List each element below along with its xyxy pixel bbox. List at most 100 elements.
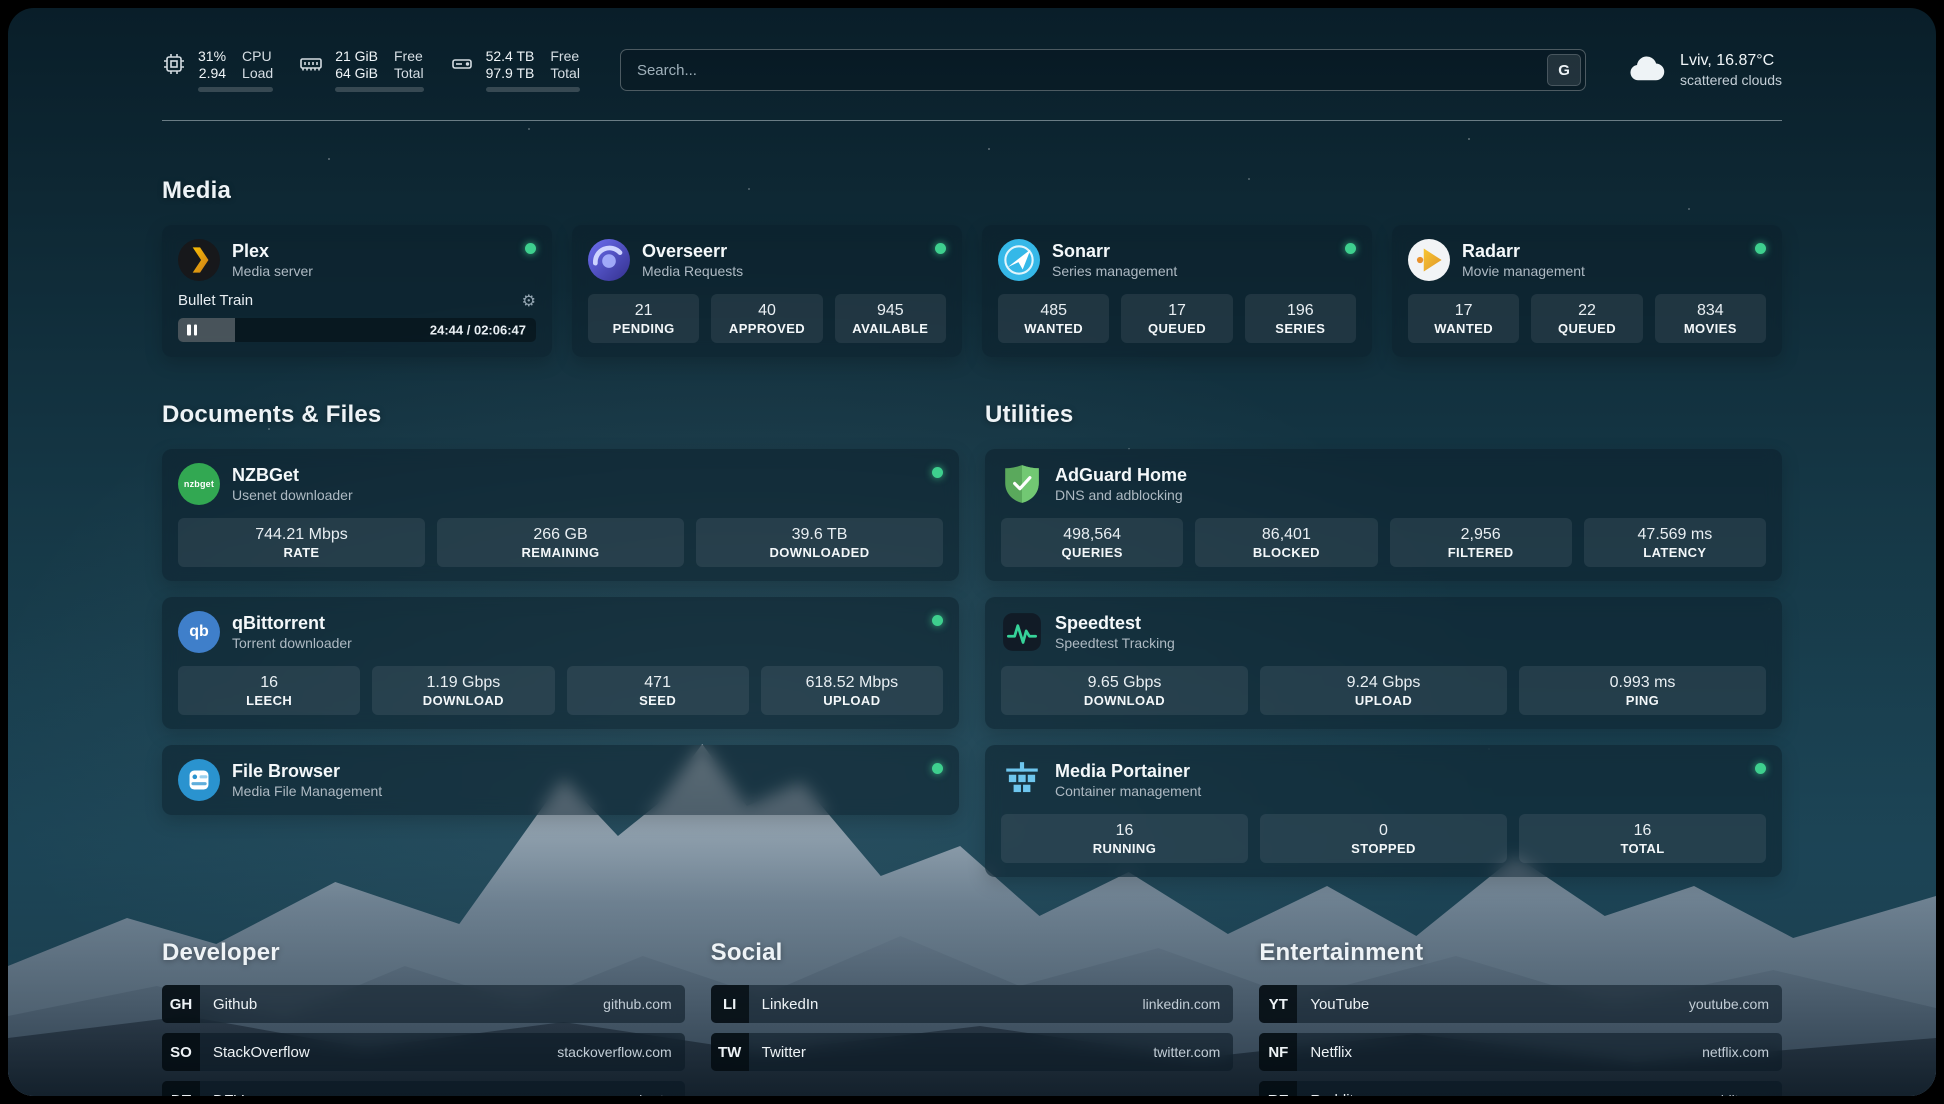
cpu-load-value: 2.94 — [198, 65, 226, 81]
stat-approved: 40 APPROVED — [711, 294, 822, 343]
stat-label: DOWNLOADED — [700, 545, 939, 560]
stat-series: 196 SERIES — [1245, 294, 1356, 343]
stat-ping: 0.993 ms PING — [1519, 666, 1766, 715]
service-card-portainer[interactable]: Media Portainer Container management 16 … — [985, 745, 1782, 877]
service-subtitle: Media File Management — [232, 783, 920, 801]
bookmark-name: Netflix — [1297, 1044, 1702, 1061]
stat-label: LEECH — [182, 693, 356, 708]
status-online-dot — [1345, 243, 1356, 254]
bookmark-netflix[interactable]: NF Netflix netflix.com — [1259, 1033, 1782, 1071]
section-title-documents: Documents & Files — [162, 401, 959, 429]
bookmark-url: reddit.com — [1704, 1092, 1782, 1096]
stat-queued: 17 QUEUED — [1121, 294, 1232, 343]
service-name: Speedtest — [1055, 612, 1766, 635]
bookmark-url: youtube.com — [1689, 996, 1782, 1012]
disk-total-label: Total — [550, 65, 580, 81]
disk-free: 52.4 TB — [486, 48, 535, 64]
service-subtitle: Speedtest Tracking — [1055, 635, 1766, 653]
stat-label: AVAILABLE — [839, 321, 942, 336]
stat-value: 40 — [715, 302, 818, 320]
stat-value: 47.569 ms — [1588, 526, 1762, 544]
service-name: NZBGet — [232, 464, 920, 487]
service-subtitle: Movie management — [1462, 263, 1743, 281]
bookmark-group-entertainment: Entertainment YT YouTube youtube.com NF … — [1259, 939, 1782, 1096]
cpu-label: CPU — [242, 48, 273, 64]
stat-value: 834 — [1659, 302, 1762, 320]
stat-label: BLOCKED — [1199, 545, 1373, 560]
bookmark-url: linkedin.com — [1143, 996, 1234, 1012]
search-engine-button[interactable]: G — [1547, 54, 1581, 86]
section-title-utilities: Utilities — [985, 401, 1782, 429]
disk-total: 97.9 TB — [486, 65, 535, 81]
bookmark-stackoverflow[interactable]: SO StackOverflow stackoverflow.com — [162, 1033, 685, 1071]
stat-value: 1.19 Gbps — [376, 674, 550, 692]
gear-icon[interactable]: ⚙ — [522, 291, 536, 310]
service-card-qbittorrent[interactable]: qb qBittorrent Torrent downloader 16 — [162, 597, 959, 729]
stat-rate: 744.21 Mbps RATE — [178, 518, 425, 567]
stat-remaining: 266 GB REMAINING — [437, 518, 684, 567]
disk-stats: 52.4 TB Free 97.9 TB Total — [486, 48, 580, 92]
disk-bar — [486, 87, 580, 92]
stat-download: 9.65 Gbps DOWNLOAD — [1001, 666, 1248, 715]
weather-location: Lviv, 16.87°C — [1680, 51, 1782, 72]
service-card-radarr[interactable]: Radarr Movie management 17 WANTED 22 QUE… — [1392, 225, 1782, 357]
stat-value: 9.24 Gbps — [1264, 674, 1503, 692]
service-card-sonarr[interactable]: Sonarr Series management 485 WANTED 17 Q… — [982, 225, 1372, 357]
memory-widget: 21 GiB Free 64 GiB Total — [299, 48, 423, 92]
status-online-dot — [935, 243, 946, 254]
stat-upload: 618.52 Mbps UPLOAD — [761, 666, 943, 715]
status-online-dot — [1755, 763, 1766, 774]
stat-label: PING — [1523, 693, 1762, 708]
stat-label: APPROVED — [715, 321, 818, 336]
service-card-speedtest[interactable]: Speedtest Speedtest Tracking 9.65 Gbps D… — [985, 597, 1782, 729]
bookmark-url: github.com — [603, 996, 684, 1012]
radarr-icon — [1408, 239, 1450, 281]
stat-value: 744.21 Mbps — [182, 526, 421, 544]
bookmark-twitter[interactable]: TW Twitter twitter.com — [711, 1033, 1234, 1071]
service-name: Sonarr — [1052, 240, 1333, 263]
service-card-overseerr[interactable]: Overseerr Media Requests 21 PENDING 40 A… — [572, 225, 962, 357]
stat-value: 17 — [1412, 302, 1515, 320]
memory-bar — [335, 87, 423, 92]
stat-value: 0 — [1264, 822, 1503, 840]
bookmark-abbr: GH — [162, 985, 200, 1023]
stat-value: 16 — [1005, 822, 1244, 840]
bookmark-linkedin[interactable]: LI LinkedIn linkedin.com — [711, 985, 1234, 1023]
adguard-icon — [1001, 463, 1043, 505]
bookmark-github[interactable]: GH Github github.com — [162, 985, 685, 1023]
bookmark-name: Twitter — [749, 1044, 1154, 1061]
service-card-plex[interactable]: Plex Media server Bullet Train ⚙ 24:44 /… — [162, 225, 552, 357]
stat-value: 498,564 — [1005, 526, 1179, 544]
bookmark-url: stackoverflow.com — [557, 1044, 684, 1060]
stat-label: RUNNING — [1005, 841, 1244, 856]
bookmark-youtube[interactable]: YT YouTube youtube.com — [1259, 985, 1782, 1023]
service-card-nzbget[interactable]: nzbget NZBGet Usenet downloader 744.21 M… — [162, 449, 959, 581]
stat-label: WANTED — [1412, 321, 1515, 336]
playback-progress-bar[interactable]: 24:44 / 02:06:47 — [178, 318, 536, 342]
bookmark-reddit[interactable]: RE Reddit reddit.com — [1259, 1081, 1782, 1096]
service-subtitle: Torrent downloader — [232, 635, 920, 653]
service-name: qBittorrent — [232, 612, 920, 635]
bookmark-abbr: NF — [1259, 1033, 1297, 1071]
status-online-dot — [932, 467, 943, 478]
service-card-adguard[interactable]: AdGuard Home DNS and adblocking 498,564 … — [985, 449, 1782, 581]
stat-value: 17 — [1125, 302, 1228, 320]
weather-condition: scattered clouds — [1680, 71, 1782, 89]
stat-label: REMAINING — [441, 545, 680, 560]
service-name: Radarr — [1462, 240, 1743, 263]
starfield — [8, 8, 10, 10]
stat-download: 1.19 Gbps DOWNLOAD — [372, 666, 554, 715]
playback-time: 24:44 / 02:06:47 — [430, 323, 526, 338]
stat-value: 21 — [592, 302, 695, 320]
stat-value: 196 — [1249, 302, 1352, 320]
now-playing-title: Bullet Train — [178, 292, 253, 309]
portainer-icon — [1001, 759, 1043, 801]
bookmark-url: dev.to — [635, 1092, 685, 1096]
bookmark-dev[interactable]: DT DEV dev.to — [162, 1081, 685, 1096]
stat-label: MOVIES — [1659, 321, 1762, 336]
search-bar: G — [620, 49, 1586, 91]
service-card-filebrowser[interactable]: File Browser Media File Management — [162, 745, 959, 815]
pause-icon[interactable] — [187, 325, 197, 336]
service-subtitle: Series management — [1052, 263, 1333, 281]
search-input[interactable] — [620, 49, 1586, 91]
